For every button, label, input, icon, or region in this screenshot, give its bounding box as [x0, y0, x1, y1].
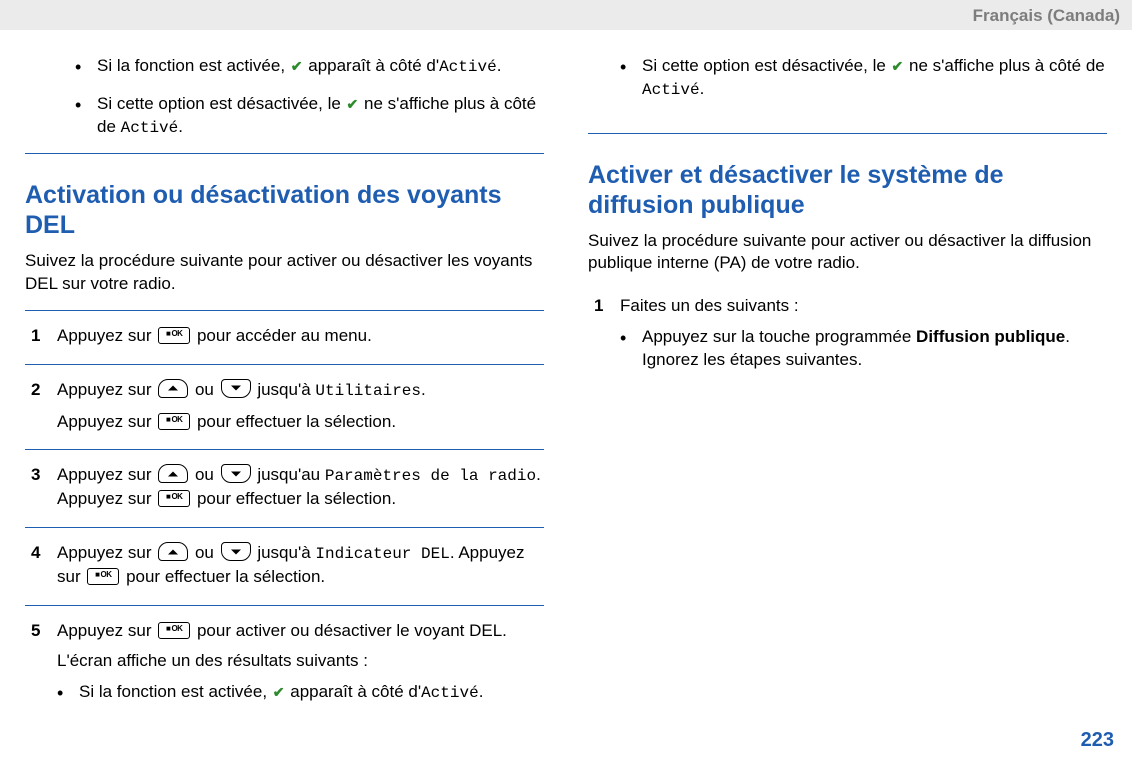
step-2: 2 Appuyez sur ou jusqu'à Utilitaires. Ap…	[25, 364, 544, 450]
section-title-led: Activation ou désactivation des voyants …	[25, 180, 544, 240]
header-lang: Français (Canada)	[973, 6, 1120, 25]
header-bar: Français (Canada)	[0, 0, 1132, 30]
up-button-icon	[158, 542, 188, 561]
check-icon	[346, 94, 360, 113]
ok-button-icon	[158, 622, 190, 639]
steps-pa: 1 Faites un des suivants : Appuyez sur l…	[588, 289, 1107, 392]
bullet-enabled-info: Si la fonction est activée, apparaît à c…	[57, 681, 544, 705]
bullet-disabled-info: Si cette option est désactivée, le ne s'…	[75, 93, 544, 140]
page-number: 223	[1081, 727, 1114, 754]
section-title-pa: Activer et désactiver le système de diff…	[588, 160, 1107, 220]
step-4: 4 Appuyez sur ou jusqu'à Indicateur DEL.…	[25, 527, 544, 605]
bullet-pa-button: Appuyez sur la touche programmée Diffusi…	[620, 326, 1107, 372]
ok-button-icon	[158, 490, 190, 507]
down-button-icon	[221, 542, 251, 561]
down-button-icon	[221, 464, 251, 483]
step-1: 1 Appuyez sur pour accéder au menu.	[25, 310, 544, 364]
section-intro-pa: Suivez la procédure suivante pour active…	[588, 230, 1107, 276]
up-button-icon	[158, 464, 188, 483]
up-button-icon	[158, 379, 188, 398]
page-content: Si la fonction est activée, apparaît à c…	[0, 30, 1132, 710]
step-3: 3 Appuyez sur ou jusqu'au Paramètres de …	[25, 449, 544, 527]
ok-button-icon	[158, 327, 190, 344]
check-icon	[891, 56, 905, 75]
ok-button-icon	[87, 568, 119, 585]
section-intro-led: Suivez la procédure suivante pour active…	[25, 250, 544, 296]
check-icon	[272, 682, 286, 701]
step-pa-1: 1 Faites un des suivants : Appuyez sur l…	[588, 289, 1107, 392]
top-bullets: Si la fonction est activée, apparaît à c…	[75, 55, 544, 139]
pa-step1-bullets: Appuyez sur la touche programmée Diffusi…	[620, 326, 1107, 372]
divider	[25, 153, 544, 154]
bullet-disabled-info: Si cette option est désactivée, le ne s'…	[620, 55, 1107, 102]
ok-button-icon	[158, 413, 190, 430]
divider	[588, 133, 1107, 134]
bullet-enabled-info: Si la fonction est activée, apparaît à c…	[75, 55, 544, 79]
down-button-icon	[221, 379, 251, 398]
check-icon	[290, 56, 304, 75]
